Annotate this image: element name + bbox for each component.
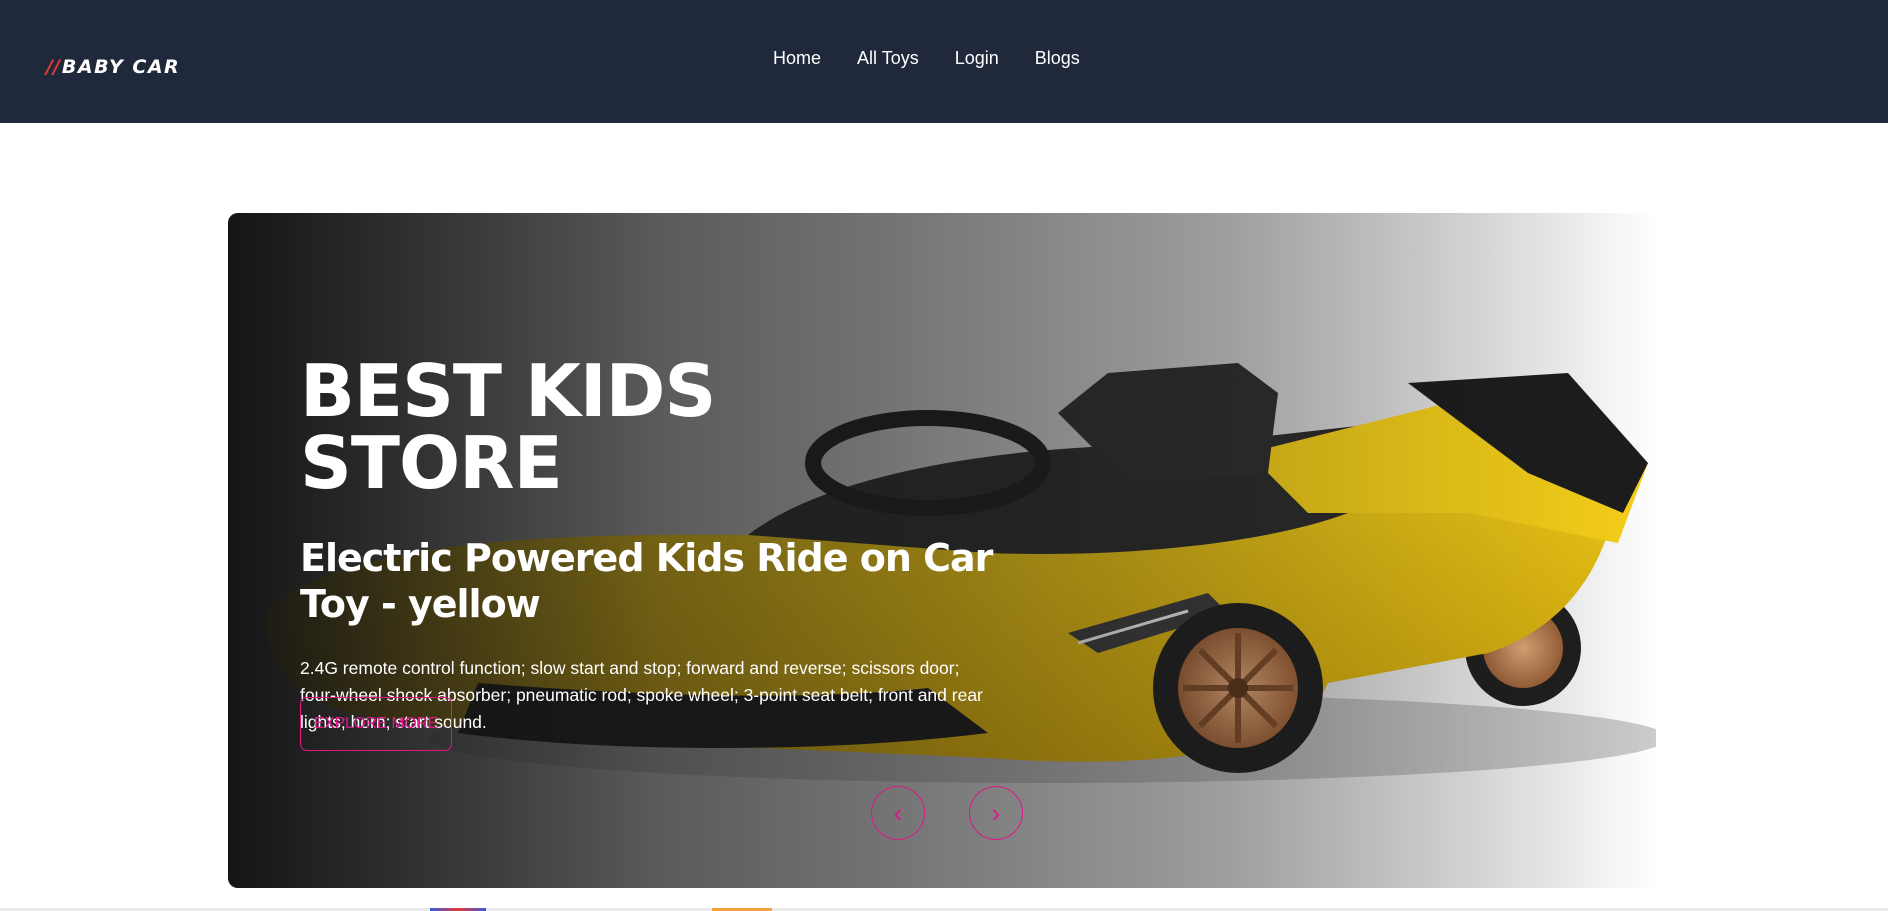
logo[interactable]: // BABY CAR	[46, 56, 180, 78]
hero-carousel: BEST KIDS STORE Electric Powered Kids Ri…	[228, 213, 1656, 888]
nav-menu: Home All Toys Login Blogs	[773, 48, 1080, 69]
carousel-prev-button[interactable]: ‹	[871, 786, 925, 840]
nav-home[interactable]: Home	[773, 48, 821, 69]
chevron-left-icon: ‹	[893, 797, 903, 828]
nav-login[interactable]: Login	[955, 48, 999, 69]
navbar: // BABY CAR Home All Toys Login Blogs	[0, 0, 1888, 123]
logo-slashes: //	[46, 56, 60, 78]
nav-blogs[interactable]: Blogs	[1035, 48, 1080, 69]
explore-more-button[interactable]: EXPLORE MORE	[300, 697, 452, 751]
carousel-next-button[interactable]: ›	[969, 786, 1023, 840]
nav-all-toys[interactable]: All Toys	[857, 48, 919, 69]
hero-content: BEST KIDS STORE Electric Powered Kids Ri…	[300, 355, 1000, 736]
hero-title: BEST KIDS STORE	[300, 349, 716, 505]
hero-subtitle: Electric Powered Kids Ride on Car Toy - …	[300, 536, 993, 626]
logo-text: BABY CAR	[61, 56, 181, 78]
chevron-right-icon: ›	[991, 797, 1001, 828]
